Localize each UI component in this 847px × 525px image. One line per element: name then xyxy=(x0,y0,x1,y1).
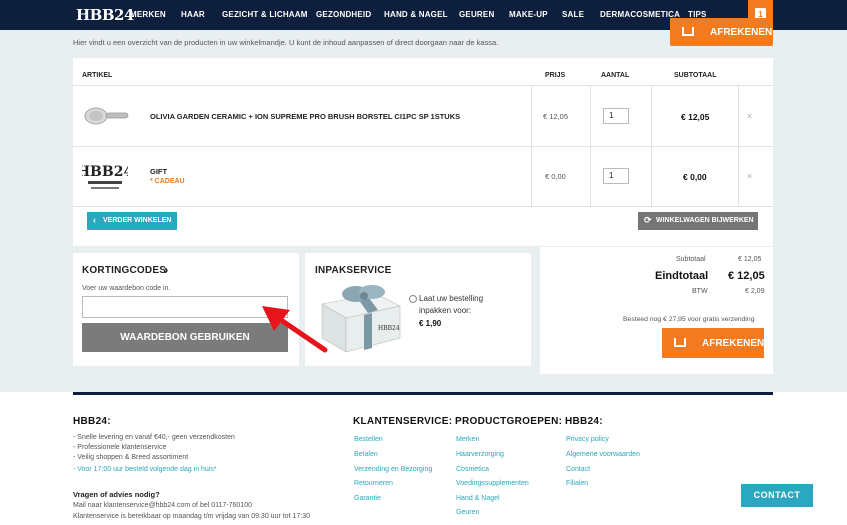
update-cart-label: WINKELWAGEN BIJWERKEN xyxy=(656,217,754,224)
nav-item-hand-nagel[interactable]: HAND & NAGEL xyxy=(384,10,448,19)
nav-item-geuren[interactable]: GEUREN xyxy=(459,10,494,19)
vat-value: € 2,09 xyxy=(745,288,765,295)
table-divider xyxy=(531,85,532,206)
update-cart-button[interactable]: ⟳ WINKELWAGEN BIJWERKEN xyxy=(638,212,758,230)
table-divider xyxy=(651,85,652,206)
quantity-input[interactable]: 1 xyxy=(603,168,629,184)
table-divider xyxy=(590,85,591,206)
footer-link[interactable]: Privacy policy xyxy=(566,436,609,443)
refresh-icon: ⟳ xyxy=(644,215,652,225)
chevron-left-icon: ‹ xyxy=(93,215,96,225)
footer-usp: - Snelle levering en vanaf €40,- geen ve… xyxy=(73,434,235,441)
footer-help-text: Mail naar klantenservice@hbb24.com of be… xyxy=(73,502,252,509)
row-subtotal: € 0,00 xyxy=(683,172,707,182)
nav-item-sale[interactable]: SALE xyxy=(562,10,584,19)
footer-title-hbb24: HBB24: xyxy=(73,416,111,427)
footer-title-klantenservice: KLANTENSERVICE: xyxy=(353,416,453,427)
footer-divider xyxy=(73,392,773,395)
product-name[interactable]: GIFT xyxy=(150,167,167,176)
free-shipping-note: Besteed nog € 27,95 voor gratis verzendi… xyxy=(623,316,755,323)
cart-intro-text: Hier vindt u een overzicht van de produc… xyxy=(73,38,499,47)
svg-text:HBB24: HBB24 xyxy=(378,325,400,332)
product-name[interactable]: OLIVIA GARDEN CERAMIC + ION SUPREME PRO … xyxy=(150,112,460,121)
svg-text:HBB24: HBB24 xyxy=(82,164,128,180)
footer-usp: - Professionele klantenservice xyxy=(73,444,167,451)
footer-link[interactable]: Geuren xyxy=(456,509,479,516)
quantity-input[interactable]: 1 xyxy=(603,108,629,124)
subtotal-label: Subtotaal xyxy=(676,256,706,263)
nav-item-gezondheid[interactable]: GEZONDHEID xyxy=(316,10,371,19)
continue-shopping-button[interactable]: ‹ VERDER WINKELEN xyxy=(87,212,177,230)
footer-link[interactable]: Contact xyxy=(566,466,590,473)
footer-link[interactable]: Garantie xyxy=(354,495,381,502)
footer-help-text: Klantenservice is bereikbaar op maandag … xyxy=(73,513,310,520)
table-divider xyxy=(73,146,773,147)
remove-item-icon[interactable]: × xyxy=(747,171,752,181)
nav-item-merken[interactable]: MERKEN xyxy=(130,10,166,19)
subtotal-value: € 12,05 xyxy=(738,256,762,263)
column-header-price: PRIJS xyxy=(545,72,566,79)
product-price: € 12,05 xyxy=(543,112,569,121)
footer-link[interactable]: Retourneren xyxy=(354,480,393,487)
coupon-code-input[interactable] xyxy=(82,296,288,318)
footer-link[interactable]: Haarverzorging xyxy=(456,451,504,458)
basket-icon xyxy=(682,27,694,36)
total-label: Eindtotaal xyxy=(655,270,709,282)
footer-title-hbb24-info: HBB24: xyxy=(565,416,603,427)
column-header-subtotal: SUBTOTAAL xyxy=(674,72,717,79)
giftwrap-checkbox[interactable] xyxy=(409,295,417,303)
nav-item-haar[interactable]: HAAR xyxy=(181,10,205,19)
footer-link[interactable]: Voedingssupplementen xyxy=(456,480,529,487)
brush-product-image[interactable] xyxy=(82,97,130,135)
footer-delivery-link[interactable]: - Voor 17:00 uur besteld volgende dag in… xyxy=(73,466,217,473)
checkout-label: AFREKENEN xyxy=(702,338,765,349)
nav-item-dermacosmetica[interactable]: DERMACOSMETICA xyxy=(600,10,680,19)
coupon-hint: Voer uw waardebon code in. xyxy=(82,285,171,292)
row-subtotal: € 12,05 xyxy=(681,112,710,122)
vat-label: BTW xyxy=(692,288,708,295)
column-header-qty: AANTAL xyxy=(601,72,630,79)
footer-link[interactable]: Bestellen xyxy=(354,436,383,443)
gift-note: * CADEAU xyxy=(150,178,185,185)
checkout-button-bottom[interactable]: AFREKENEN xyxy=(662,328,764,358)
chevron-right-icon: › xyxy=(164,262,169,277)
checkout-label: AFREKENEN xyxy=(710,27,773,38)
basket-icon xyxy=(674,338,686,347)
table-divider xyxy=(73,206,773,207)
footer-usp: - Veilig shoppen & Breed assortiment xyxy=(73,454,189,461)
footer-link[interactable]: Algemene voorwaarden xyxy=(566,451,640,458)
footer-help-title: Vragen of advies nodig? xyxy=(73,490,160,499)
brand-logo[interactable]: HBB24 xyxy=(76,6,134,24)
table-divider xyxy=(738,85,739,206)
hbb24-gift-logo-image: HBB24 xyxy=(82,153,128,199)
footer-title-productgroepen: PRODUCTGROEPEN: xyxy=(455,416,563,427)
total-value: € 12,05 xyxy=(728,270,765,282)
apply-coupon-button[interactable]: WAARDEBON GEBRUIKEN xyxy=(82,323,288,352)
nav-item-make-up[interactable]: MAKE-UP xyxy=(509,10,548,19)
continue-shopping-label: VERDER WINKELEN xyxy=(103,217,172,224)
footer-link[interactable]: Filialen xyxy=(566,480,588,487)
contact-button[interactable]: CONTACT xyxy=(741,484,813,507)
remove-item-icon[interactable]: × xyxy=(747,111,752,121)
giftwrap-title: INPAKSERVICE xyxy=(315,265,392,276)
footer-link[interactable]: Merken xyxy=(456,436,479,443)
giftwrap-text: Laat uw bestelling inpakken voor: xyxy=(419,294,484,315)
gift-box-image: HBB24 xyxy=(321,285,401,353)
giftwrap-price: € 1,90 xyxy=(419,319,442,328)
nav-item-gezicht-lichaam[interactable]: GEZICHT & LICHAAM xyxy=(222,10,308,19)
product-price: € 0,00 xyxy=(545,172,566,181)
coupon-title: KORTINGCODES xyxy=(82,265,167,276)
footer-link[interactable]: Hand & Nagel xyxy=(456,495,500,502)
checkout-button-top[interactable]: AFREKENEN xyxy=(670,18,773,46)
footer-link[interactable]: Cosmetica xyxy=(456,466,489,473)
table-divider xyxy=(73,85,773,86)
footer-link[interactable]: Betalen xyxy=(354,451,378,458)
footer-link[interactable]: Verzending en Bezorging xyxy=(354,466,432,473)
column-header-item: ARTIKEL xyxy=(82,72,113,79)
